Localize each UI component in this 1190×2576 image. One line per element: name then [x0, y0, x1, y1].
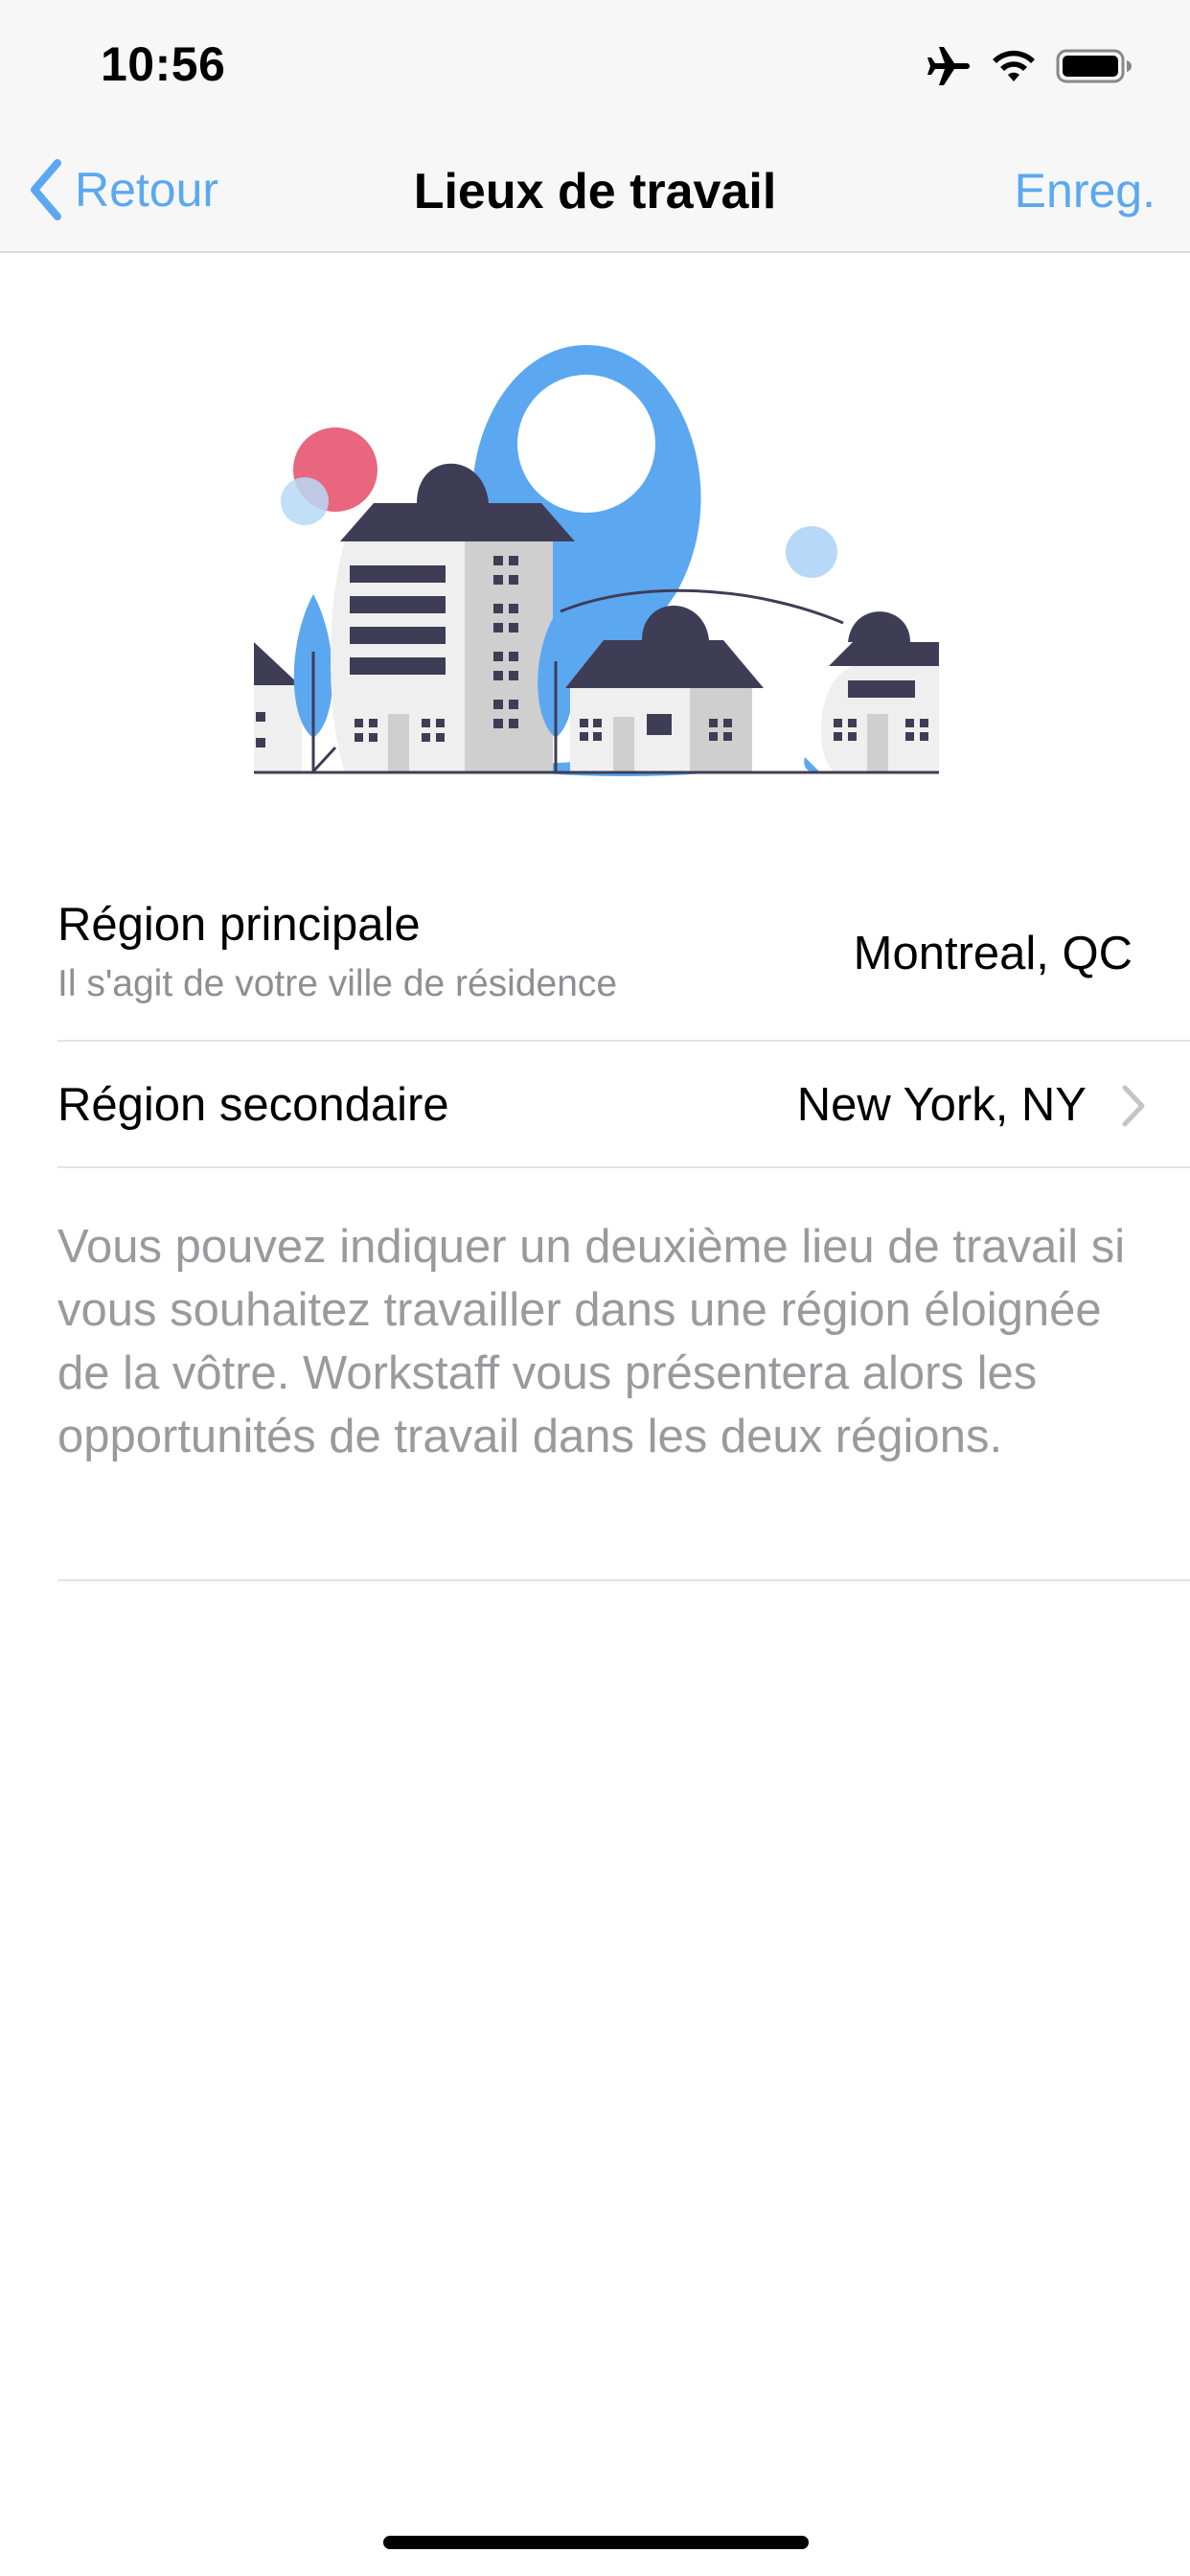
primary-region-row: Région principale Il s'agit de votre vil… [57, 867, 1190, 1042]
nav-bar: Retour Lieux de travail Enreg. [0, 126, 1190, 253]
divider [57, 1579, 1190, 1581]
battery-icon [1056, 49, 1132, 83]
page-title: Lieux de travail [413, 164, 777, 219]
wifi-icon [993, 50, 1035, 81]
primary-region-value: Montreal, QC [853, 928, 1133, 979]
primary-region-sublabel: Il s'agit de votre ville de résidence [57, 963, 618, 1004]
airplane-icon [927, 47, 970, 85]
secondary-region-value: New York, NY [796, 1079, 1087, 1131]
secondary-region-description: Vous pouvez indiquer un deuxième lieu de… [57, 1221, 1126, 1462]
status-time: 10:56 [101, 37, 226, 91]
primary-region-label: Région principale [57, 899, 421, 951]
status-bar: 10:56 [0, 0, 1190, 126]
save-button[interactable]: Enreg. [1015, 163, 1156, 218]
status-icons [926, 42, 1133, 90]
secondary-region-row[interactable]: Région secondaire New York, NY [57, 1042, 1190, 1168]
city-location-illustration [254, 345, 939, 776]
home-indicator[interactable] [383, 2536, 809, 2549]
chevron-right-icon [1122, 1085, 1145, 1127]
screen: 10:56 Retour Lieux de travail Enreg. Rég… [0, 0, 1190, 2576]
secondary-region-label: Région secondaire [57, 1079, 449, 1131]
